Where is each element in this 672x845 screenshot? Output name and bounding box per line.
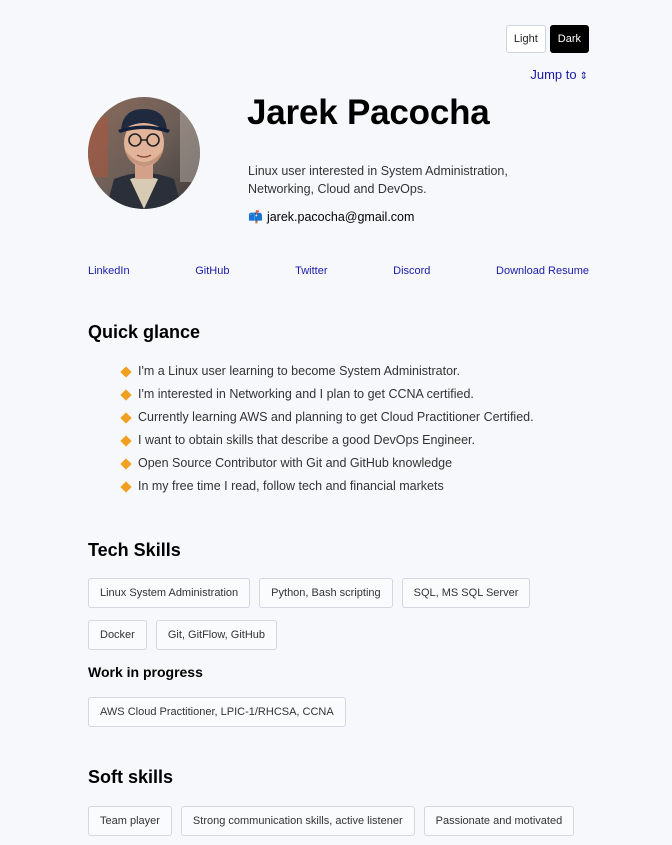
tech-skills-heading: Tech Skills [88, 540, 181, 560]
jump-to-menu[interactable]: Jump to ⇕ [530, 67, 588, 82]
work-in-progress-heading: Work in progress [88, 664, 203, 680]
linkedin-link[interactable]: LinkedIn [88, 265, 130, 277]
discord-link[interactable]: Discord [393, 265, 430, 277]
diamond-bullet-icon [120, 389, 132, 401]
skill-tag: AWS Cloud Practitioner, LPIC-1/RHCSA, CC… [88, 697, 346, 727]
github-link[interactable]: GitHub [195, 265, 229, 277]
updown-arrow-icon: ⇕ [579, 71, 588, 82]
list-item-text: Open Source Contributor with Git and Git… [138, 456, 453, 470]
skill-tag: Docker [88, 620, 147, 650]
quick-glance-heading: Quick glance [88, 322, 201, 342]
skill-tag: Python, Bash scripting [259, 578, 393, 608]
theme-toggle: Light Dark [505, 25, 589, 53]
list-item-text: I want to obtain skills that describe a … [138, 433, 475, 447]
jump-to-label: Jump to [530, 67, 577, 82]
skill-tag: Git, GitFlow, GitHub [155, 620, 278, 650]
diamond-bullet-icon [120, 481, 132, 493]
soft-skills-heading: Soft skills [88, 767, 174, 787]
email-address[interactable]: jarek.pacocha@gmail.com [267, 210, 414, 224]
diamond-bullet-icon [120, 366, 132, 378]
list-item: I'm interested in Networking and I plan … [120, 387, 534, 410]
list-item-text: I'm interested in Networking and I plan … [138, 387, 474, 401]
bio-text: Linux user interested in System Administ… [248, 164, 508, 196]
page-title: Jarek Pacocha [247, 93, 490, 132]
email-line: 📫 jarek.pacocha@gmail.com [248, 210, 414, 224]
profile-links: LinkedIn GitHub Twitter Discord Download… [88, 265, 589, 277]
list-item: Open Source Contributor with Git and Git… [120, 456, 534, 479]
dark-theme-button[interactable]: Dark [549, 25, 589, 53]
avatar [88, 97, 200, 209]
diamond-bullet-icon [120, 412, 132, 424]
quick-glance-list: I'm a Linux user learning to become Syst… [120, 364, 534, 502]
soft-skills-tags: Team player Strong communication skills,… [88, 806, 598, 836]
list-item-text: I'm a Linux user learning to become Syst… [138, 364, 460, 378]
skill-tag: Linux System Administration [88, 578, 251, 608]
tech-skills-tags: Linux System Administration Python, Bash… [88, 578, 598, 650]
skill-tag: Strong communication skills, active list… [180, 806, 415, 836]
skill-tag: Passionate and motivated [423, 806, 575, 836]
list-item: Currently learning AWS and planning to g… [120, 410, 534, 433]
list-item: I'm a Linux user learning to become Syst… [120, 364, 534, 387]
list-item: I want to obtain skills that describe a … [120, 433, 534, 456]
download-resume-link[interactable]: Download Resume [496, 265, 589, 277]
diamond-bullet-icon [120, 458, 132, 470]
mailbox-icon: 📫 [248, 210, 263, 224]
diamond-bullet-icon [120, 435, 132, 447]
list-item: In my free time I read, follow tech and … [120, 479, 534, 502]
work-in-progress-tags: AWS Cloud Practitioner, LPIC-1/RHCSA, CC… [88, 697, 598, 727]
skill-tag: Team player [88, 806, 172, 836]
list-item-text: In my free time I read, follow tech and … [138, 479, 444, 493]
twitter-link[interactable]: Twitter [295, 265, 327, 277]
skill-tag: SQL, MS SQL Server [401, 578, 531, 608]
light-theme-button[interactable]: Light [505, 25, 546, 53]
list-item-text: Currently learning AWS and planning to g… [138, 410, 534, 424]
